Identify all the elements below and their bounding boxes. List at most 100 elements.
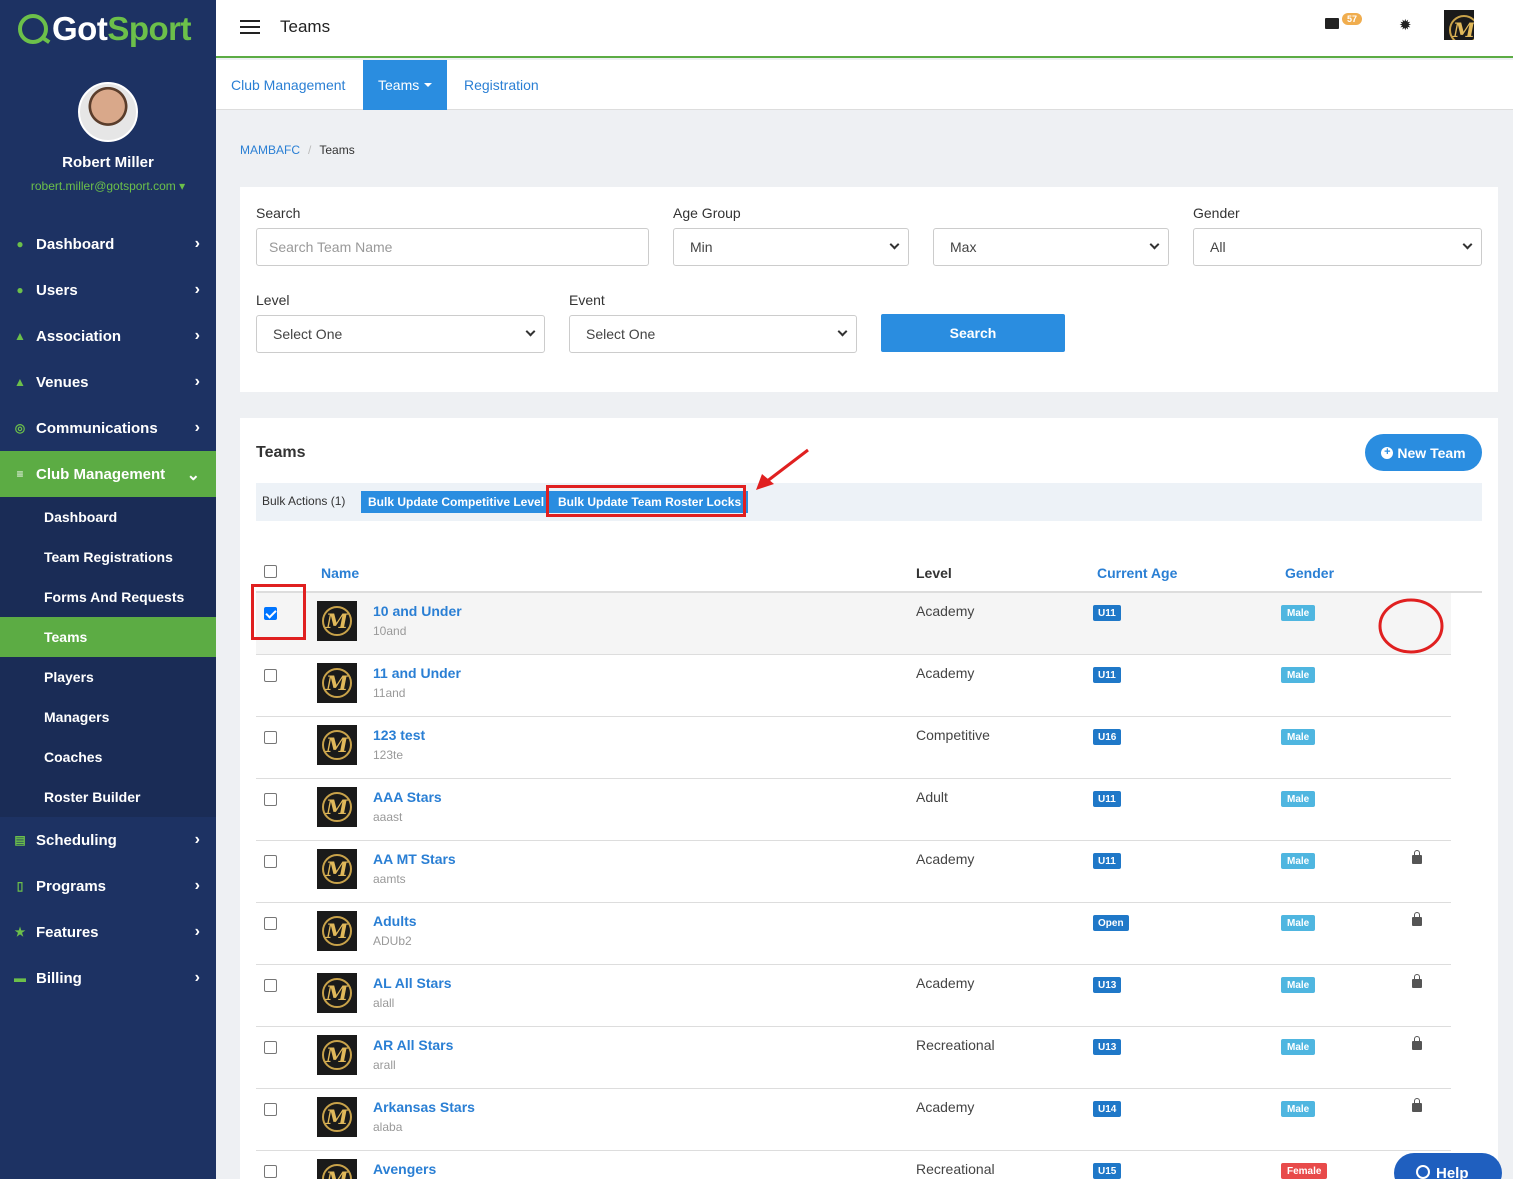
- level-label: Level: [256, 292, 290, 308]
- lock-icon[interactable]: [1412, 1036, 1422, 1050]
- chevron-down-icon: [1462, 239, 1473, 250]
- bulk-update-competitive-level-button[interactable]: Bulk Update Competitive Level: [361, 491, 552, 513]
- column-header-gender[interactable]: Gender: [1285, 565, 1334, 581]
- team-level: Adult: [916, 789, 948, 805]
- tab-teams[interactable]: Teams: [363, 60, 448, 110]
- submenu-item-roster-builder[interactable]: Roster Builder: [0, 777, 216, 817]
- chevron-down-icon: [889, 239, 900, 250]
- row-select-checkbox[interactable]: [264, 917, 277, 930]
- row-select-checkbox[interactable]: [264, 1041, 277, 1054]
- chevron-right-icon: ›: [194, 923, 200, 940]
- row-select-checkbox[interactable]: [264, 731, 277, 744]
- club-logo-icon[interactable]: [1444, 10, 1474, 40]
- tab-registration[interactable]: Registration: [449, 60, 554, 110]
- team-name-link[interactable]: AL All Stars: [373, 975, 452, 991]
- sidebar-item-scheduling[interactable]: ▤ Scheduling ›: [0, 817, 216, 863]
- team-name-link[interactable]: Arkansas Stars: [373, 1099, 475, 1115]
- age-badge: U11: [1093, 853, 1121, 869]
- age-badge: U13: [1093, 977, 1122, 993]
- submenu-item-players[interactable]: Players: [0, 657, 216, 697]
- column-header-name[interactable]: Name: [321, 565, 359, 581]
- sitemap-icon: ▲: [14, 329, 26, 343]
- team-name-link[interactable]: AAA Stars: [373, 789, 442, 805]
- event-select[interactable]: Select One: [569, 315, 857, 353]
- sidebar-item-users[interactable]: ● Users ›: [0, 267, 216, 313]
- team-logo-icon: [317, 725, 357, 765]
- sidebar-item-label: Communications: [36, 419, 158, 437]
- sidebar-item-venues[interactable]: ▲ Venues ›: [0, 359, 216, 405]
- gear-icon[interactable]: ✹: [1399, 16, 1412, 34]
- team-code: aaast: [373, 810, 403, 824]
- star-icon: ★: [14, 925, 26, 939]
- gender-select[interactable]: All: [1193, 228, 1482, 266]
- help-button[interactable]: Help: [1394, 1153, 1502, 1179]
- row-select-checkbox[interactable]: [264, 1103, 277, 1116]
- team-level: Recreational: [916, 1161, 995, 1177]
- chevron-right-icon: ›: [194, 831, 200, 848]
- age-badge: U16: [1093, 729, 1122, 745]
- row-select-checkbox[interactable]: [264, 669, 277, 682]
- table-row: 10 and Under 10and Academy U11 Male: [256, 593, 1451, 655]
- sidebar-item-features[interactable]: ★ Features ›: [0, 909, 216, 955]
- chevron-right-icon: ›: [194, 327, 200, 344]
- search-button[interactable]: Search: [881, 314, 1065, 352]
- logo-mark-icon: [18, 14, 48, 44]
- bulk-actions-bar: Bulk Actions (1) Bulk Update Competitive…: [256, 483, 1482, 521]
- hamburger-menu-icon[interactable]: [240, 20, 260, 34]
- row-select-checkbox[interactable]: [264, 1165, 277, 1178]
- row-select-checkbox[interactable]: [264, 979, 277, 992]
- team-name-link[interactable]: Adults: [373, 913, 417, 929]
- new-team-button[interactable]: + New Team: [1365, 434, 1482, 471]
- chat-icon: ◎: [14, 421, 26, 435]
- submenu-item-forms-and-requests[interactable]: Forms And Requests: [0, 577, 216, 617]
- submenu-item-teams[interactable]: Teams: [0, 617, 216, 657]
- row-select-checkbox[interactable]: [264, 855, 277, 868]
- age-max-select[interactable]: Max: [933, 228, 1169, 266]
- team-logo-icon: [317, 1035, 357, 1075]
- team-name-link[interactable]: AR All Stars: [373, 1037, 453, 1053]
- age-min-select[interactable]: Min: [673, 228, 909, 266]
- lock-icon[interactable]: [1412, 850, 1422, 864]
- gotsport-logo[interactable]: GotSport: [0, 0, 216, 58]
- table-row: AA MT Stars aamts Academy U11 Male: [256, 841, 1451, 903]
- team-name-link[interactable]: 10 and Under: [373, 603, 462, 619]
- submenu-item-managers[interactable]: Managers: [0, 697, 216, 737]
- submenu-item-coaches[interactable]: Coaches: [0, 737, 216, 777]
- highlight-box: [546, 485, 746, 517]
- sidebar-item-dashboard[interactable]: ● Dashboard ›: [0, 221, 216, 267]
- sidebar-item-billing[interactable]: ▬ Billing ›: [0, 955, 216, 1001]
- level-select[interactable]: Select One: [256, 315, 545, 353]
- search-input[interactable]: Search Team Name: [256, 228, 649, 266]
- lock-column-circle-annotation: [1378, 598, 1444, 654]
- gender-badge: Male: [1281, 791, 1316, 807]
- sidebar-item-label: Users: [36, 281, 78, 299]
- chevron-right-icon: ›: [194, 969, 200, 986]
- submenu-item-dashboard[interactable]: Dashboard: [0, 497, 216, 537]
- plus-circle-icon: +: [1381, 446, 1394, 459]
- gender-badge: Male: [1281, 915, 1316, 931]
- age-badge: U11: [1093, 791, 1121, 807]
- user-email-dropdown[interactable]: robert.miller@gotsport.com ▾: [0, 179, 216, 193]
- team-name-link[interactable]: Avengers: [373, 1161, 436, 1177]
- breadcrumb: MAMBAFC / Teams: [240, 143, 355, 157]
- table-row: 11 and Under 11and Academy U11 Male: [256, 655, 1451, 717]
- breadcrumb-club-link[interactable]: MAMBAFC: [240, 143, 300, 157]
- sidebar-item-programs[interactable]: ▯ Programs ›: [0, 863, 216, 909]
- mail-icon[interactable]: [1325, 18, 1339, 29]
- team-code: aamts: [373, 872, 406, 886]
- team-name-link[interactable]: 123 test: [373, 727, 425, 743]
- team-name-link[interactable]: AA MT Stars: [373, 851, 456, 867]
- team-code: ADUb2: [373, 934, 412, 948]
- sidebar-item-communications[interactable]: ◎ Communications ›: [0, 405, 216, 451]
- row-select-checkbox[interactable]: [264, 793, 277, 806]
- lock-icon[interactable]: [1412, 974, 1422, 988]
- select-all-checkbox[interactable]: [264, 565, 277, 578]
- column-header-current-age[interactable]: Current Age: [1097, 565, 1177, 581]
- sidebar-item-club-management[interactable]: ≡ Club Management ⌄: [0, 451, 216, 497]
- team-name-link[interactable]: 11 and Under: [373, 665, 461, 681]
- tab-club-management[interactable]: Club Management: [216, 60, 360, 110]
- lock-icon[interactable]: [1412, 1098, 1422, 1112]
- sidebar-item-association[interactable]: ▲ Association ›: [0, 313, 216, 359]
- lock-icon[interactable]: [1412, 912, 1422, 926]
- submenu-item-team-registrations[interactable]: Team Registrations: [0, 537, 216, 577]
